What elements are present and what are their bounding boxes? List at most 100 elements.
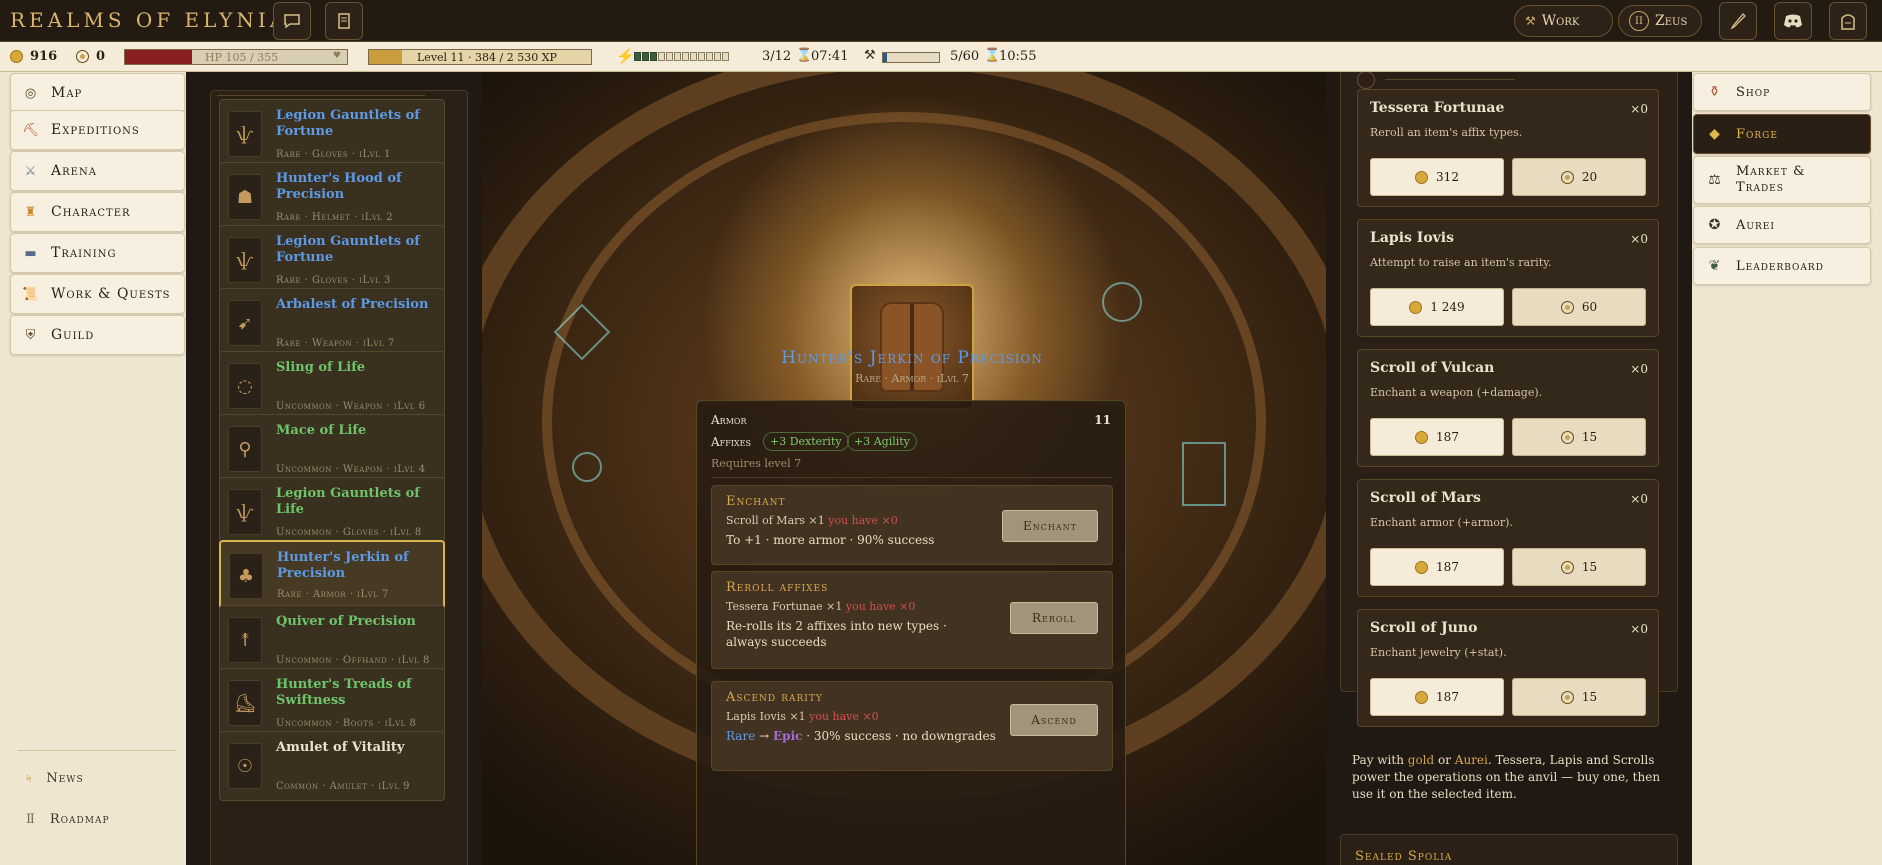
note-text: Pay with <box>1352 753 1408 767</box>
inventory-item[interactable]: ѱ Legion Gauntlets of Fortune Rare · Glove… <box>219 225 445 295</box>
inventory-item[interactable]: ☉ Amulet of Vitality Common · Amulet · iLv… <box>219 731 445 801</box>
chat-icon[interactable] <box>273 2 311 40</box>
inventory-item[interactable]: ☗ Hunter's Hood of Precision Rare · Helmet… <box>219 162 445 232</box>
aurei-coin-icon <box>1560 430 1574 444</box>
buy-with-gold-button[interactable]: 187 <box>1370 678 1504 716</box>
inventory-item[interactable]: ѱ Legion Gauntlets of Life Uncommon · Glov… <box>219 477 445 547</box>
buy-with-gold-button[interactable]: 312 <box>1370 158 1504 196</box>
shop-card: Scroll of Vulcan ×0 Enchant a weapon (+dam… <box>1357 349 1659 467</box>
arrow: → <box>759 729 770 743</box>
nav-training[interactable]: ▬ Training <box>10 233 185 273</box>
buy-with-aurei-button[interactable]: 15 <box>1512 548 1646 586</box>
star-coin-icon: ✪ <box>1708 217 1722 233</box>
nav-label: Work & Quests <box>51 286 171 302</box>
note-gold: gold <box>1407 753 1435 767</box>
gauntlets-icon: ѱ <box>228 237 262 283</box>
nav-market-trades[interactable]: ⚖ Market & Trades <box>1693 156 1871 204</box>
buy-with-aurei-button[interactable]: 15 <box>1512 678 1646 716</box>
heart-icon: ♥ <box>332 51 341 61</box>
owned-count: you have ×0 <box>828 514 898 527</box>
owned-count: ×0 <box>1630 492 1648 506</box>
item-name: Mace of Life <box>276 423 367 438</box>
inventory-item[interactable]: ➹ Arbalest of Precision Rare · Weapon · iL… <box>219 288 445 358</box>
buy-with-gold-button[interactable]: 1 249 <box>1370 288 1504 326</box>
gold-coin-icon <box>1415 690 1429 704</box>
aurei-coin-icon <box>76 50 89 63</box>
nav-label: Character <box>51 204 131 220</box>
work-button[interactable]: ⚒ Work <box>1514 5 1613 37</box>
hourglass-icon: ⌛ <box>984 48 1001 63</box>
app-logo[interactable]: REALMS OF ELYNIA <box>10 8 288 32</box>
item-meta: Uncommon · Weapon · iLvl 6 <box>276 401 426 412</box>
nav-map[interactable]: ◎ Map <box>10 73 185 113</box>
buy-with-aurei-button[interactable]: 15 <box>1512 418 1646 456</box>
nav-guild[interactable]: ⛨ Guild <box>10 315 185 355</box>
inventory-item[interactable]: ѱ Legion Gauntlets of Fortune Rare · Glove… <box>219 99 445 169</box>
hood-icon: ☗ <box>228 174 262 220</box>
nav-forge[interactable]: ◆ Forge <box>1693 114 1871 154</box>
shop-card: Lapis Iovis ×0 Attempt to raise an item's … <box>1357 219 1659 337</box>
ascend-button[interactable]: Ascend <box>1010 704 1098 736</box>
inventory-item[interactable]: ↟ Quiver of Precision Uncommon · Offhand ·… <box>219 605 445 675</box>
boots-icon: ⛸ <box>228 680 262 726</box>
inventory-item[interactable]: ◌ Sling of Life Uncommon · Weapon · iLvl 6 <box>219 351 445 421</box>
shop-card: Tessera Fortunae ×0 Reroll an item's affix… <box>1357 89 1659 207</box>
operation-title: Enchant <box>726 494 786 509</box>
energy-segment <box>650 52 657 61</box>
discord-icon[interactable] <box>1774 2 1812 40</box>
shop-item-description: Enchant armor (+armor). <box>1370 516 1513 529</box>
buy-with-aurei-button[interactable]: 20 <box>1512 158 1646 196</box>
inventory-item[interactable]: ⚲ Mace of Life Uncommon · Weapon · iLvl 4 <box>219 414 445 484</box>
gold-price: 312 <box>1436 170 1459 184</box>
buy-with-gold-button[interactable]: 187 <box>1370 418 1504 456</box>
item-name: Legion Gauntlets of Life <box>276 486 420 517</box>
energy-count: 3/12 <box>762 49 792 64</box>
selected-item-meta: Rare · Armor · iLvl 7 <box>855 372 969 385</box>
inventory-item[interactable]: ⛸ Hunter's Treads of Swiftness Uncommon · … <box>219 668 445 738</box>
amulet-icon: ☉ <box>228 743 262 789</box>
aurei-coin-icon <box>1560 560 1574 574</box>
enchant-button[interactable]: Enchant <box>1002 510 1098 542</box>
cost-text: Tessera Fortunae ×1 <box>726 600 846 613</box>
nav-arena[interactable]: ⚔ Arena <box>10 151 185 191</box>
nav-shop[interactable]: ⚱ Shop <box>1693 73 1871 111</box>
armor-label: Armor <box>711 413 747 427</box>
operation-cost: Tessera Fortunae ×1 you have ×0 <box>726 600 915 613</box>
shop-item-name: Scroll of Vulcan <box>1370 360 1495 376</box>
reroll-button[interactable]: Reroll <box>1010 602 1098 634</box>
inventory-item[interactable]: ♣ Hunter's Jerkin of Precision Rare · Armo… <box>219 540 445 610</box>
divider <box>217 95 425 96</box>
aurei-price: 60 <box>1581 300 1598 314</box>
nav-label: Expeditions <box>51 122 140 138</box>
nav-label: Map <box>51 85 83 101</box>
buy-with-aurei-button[interactable]: 60 <box>1512 288 1646 326</box>
crossbow-icon: ➹ <box>228 300 262 346</box>
owned-count: you have ×0 <box>845 600 916 613</box>
journal-icon[interactable] <box>325 2 363 40</box>
selected-item-name: Hunter's Jerkin of Precision <box>781 348 1043 368</box>
roadmap-link[interactable]: Ⅱ Roadmap <box>26 812 110 827</box>
aurei-price: 15 <box>1581 560 1598 574</box>
item-meta: Rare · Gloves · iLvl 1 <box>276 149 391 160</box>
nav-expeditions[interactable]: ⛏ Expeditions <box>10 110 185 150</box>
nav-aurei[interactable]: ✪ Aurei <box>1693 206 1871 244</box>
news-link[interactable]: ϟ News <box>26 771 84 786</box>
operation-title: Reroll affixes <box>726 580 829 595</box>
user-profile-button[interactable]: II Zeus <box>1618 5 1702 37</box>
nav-leaderboard[interactable]: ❦ Leaderboard <box>1693 247 1871 285</box>
operation-description: To +1 · more armor · 90% success <box>726 533 935 547</box>
nav-character[interactable]: ♜ Character <box>10 192 185 232</box>
forge-shop-panel: Tessera Fortunae ×0 Reroll an item's affix… <box>1340 72 1678 727</box>
buy-with-gold-button[interactable]: 187 <box>1370 548 1504 586</box>
sealed-spolia-panel[interactable]: Sealed Spolia <box>1340 834 1678 865</box>
item-meta: Rare · Armor · iLvl 7 <box>277 589 389 600</box>
logout-door-icon[interactable] <box>1829 2 1867 40</box>
aurei-coin-icon <box>1560 170 1574 184</box>
aurei-price: 15 <box>1581 430 1598 444</box>
hourglass-icon: ⌛ <box>796 48 813 63</box>
quill-icon[interactable] <box>1719 2 1757 40</box>
rune-glyph <box>1182 442 1226 506</box>
energy-segment <box>714 52 721 61</box>
nav-work-quests[interactable]: 📜 Work & Quests <box>10 274 185 314</box>
item-meta: Uncommon · Weapon · iLvl 4 <box>276 464 426 475</box>
